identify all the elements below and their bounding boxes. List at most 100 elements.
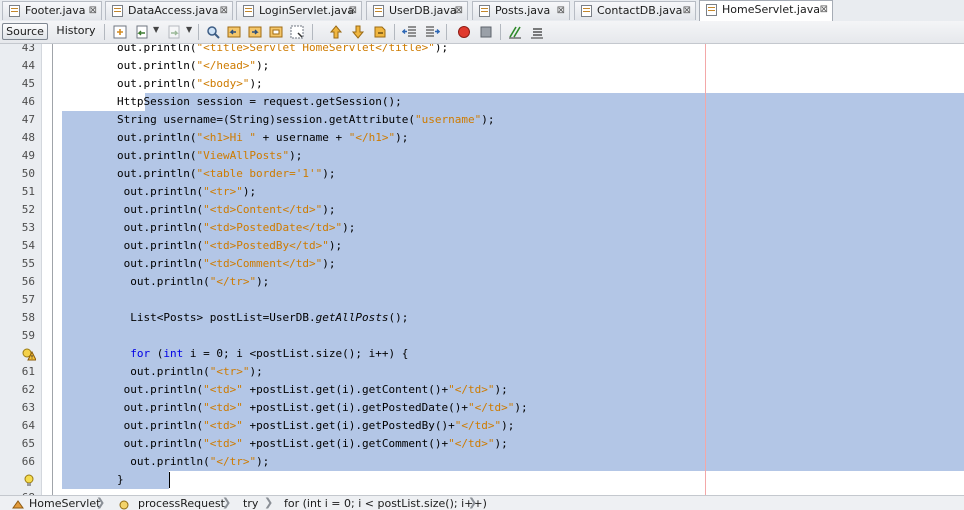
java-file-icon [581, 5, 592, 17]
code-line: out.println("<td>" +postList.get(i).getC… [64, 437, 508, 450]
line-number: 56 [21, 275, 35, 288]
tab-label: UserDB.java [389, 4, 457, 17]
breadcrumb-separator-icon: ❯ [222, 496, 232, 509]
tab-loginservlet-java[interactable]: LoginServlet.java ⊠ [236, 1, 362, 20]
line-number: 43 [21, 44, 35, 54]
close-icon[interactable]: ⊠ [455, 2, 463, 20]
close-icon[interactable]: ⊠ [557, 2, 565, 20]
code-line: for (int i = 0; i <postList.size(); i++)… [130, 347, 409, 360]
line-number: 58 [21, 311, 35, 324]
toolbar-separator [446, 24, 447, 40]
previous-bookmark-icon[interactable] [328, 24, 344, 40]
java-file-icon [373, 5, 384, 17]
code-line: out.println("<td>Content</td>"); [64, 203, 336, 216]
code-line: out.println("<td>PostedDate</td>"); [64, 221, 356, 234]
code-line: out.println("<td>" +postList.get(i).getC… [64, 383, 508, 396]
hint-bulb-icon[interactable] [22, 473, 36, 487]
find-selection-icon[interactable] [268, 24, 284, 40]
breadcrumb: HomeServlet ❯ processRequest ❯ try ❯ for… [0, 495, 964, 510]
line-number: 52 [21, 203, 35, 216]
line-number: 63 [21, 401, 35, 414]
toolbar-separator [394, 24, 395, 40]
code-line: out.println("</head>"); [64, 59, 270, 72]
tab-footer-java[interactable]: Footer.java ⊠ [2, 1, 102, 20]
toggle-bookmark-icon[interactable] [372, 24, 388, 40]
code-line: out.println("</tr>"); [64, 455, 270, 468]
line-number: 47 [21, 113, 35, 126]
line-number: 51 [21, 185, 35, 198]
line-number: 44 [21, 59, 35, 72]
code-line: out.println("<td>" +postList.get(i).getP… [64, 401, 528, 414]
forward-icon[interactable] [166, 24, 182, 40]
code-line: out.println("ViewAllPosts"); [64, 149, 303, 162]
code-line: out.println("<table border='1'"); [64, 167, 336, 180]
toolbar-separator [104, 24, 105, 40]
close-icon[interactable]: ⊠ [820, 1, 828, 19]
close-icon[interactable]: ⊠ [89, 2, 97, 20]
tab-label: DataAccess.java [128, 4, 219, 17]
line-number: 65 [21, 437, 35, 450]
chevron-down-icon[interactable]: ▼ [186, 25, 192, 34]
method-icon [119, 500, 129, 510]
code-line: List<Posts> postList=UserDB.getAllPosts(… [64, 311, 409, 324]
code-line: String username=(String)session.getAttri… [64, 113, 495, 126]
line-number: 55 [21, 257, 35, 270]
line-number: 50 [21, 167, 35, 180]
fold-guide-line [52, 44, 53, 495]
line-number: 59 [21, 329, 35, 342]
tab-homeservlet-java[interactable]: HomeServlet.java ⊠ [699, 0, 833, 21]
breadcrumb-label: try [243, 497, 259, 510]
shift-left-icon[interactable] [402, 24, 418, 40]
tab-label: ContactDB.java [597, 4, 683, 17]
toolbar-separator [500, 24, 501, 40]
breadcrumb-separator-icon: ❯ [96, 496, 106, 509]
tab-posts-java[interactable]: Posts.java ⊠ [472, 1, 570, 20]
last-edit-icon[interactable] [112, 24, 128, 40]
line-number: 54 [21, 239, 35, 252]
back-icon[interactable] [134, 24, 150, 40]
stop-macro-recording-icon[interactable] [478, 24, 494, 40]
line-number-gutter: 43 44 45 46 47 48 49 50 51 52 53 54 55 56 57 58 59 61 62 63… [0, 44, 42, 495]
uncomment-icon[interactable] [529, 24, 545, 40]
breadcrumb-label: processRequest [138, 497, 225, 510]
close-icon[interactable]: ⊠ [683, 2, 691, 20]
history-button[interactable]: History [53, 23, 99, 40]
tab-label: HomeServlet.java [722, 3, 820, 16]
breadcrumb-item-for[interactable]: for (int i = 0; i < postList.size(); i++… [284, 497, 487, 510]
warning-icon[interactable] [22, 347, 36, 361]
close-icon[interactable]: ⊠ [349, 2, 357, 20]
toggle-highlight-icon[interactable] [289, 24, 305, 40]
tab-contactdb-java[interactable]: ContactDB.java ⊠ [574, 1, 696, 20]
line-number: 49 [21, 149, 35, 162]
class-icon [12, 500, 24, 509]
breadcrumb-separator-icon: ❯ [264, 496, 274, 509]
find-previous-icon[interactable] [226, 24, 242, 40]
java-file-icon [706, 4, 717, 16]
breadcrumb-separator-icon: ❯ [468, 496, 478, 509]
line-number: 62 [21, 383, 35, 396]
find-icon[interactable] [205, 24, 221, 40]
comment-icon[interactable] [507, 24, 523, 40]
shift-right-icon[interactable] [424, 24, 440, 40]
code-line: } [64, 473, 124, 486]
find-next-icon[interactable] [247, 24, 263, 40]
code-line: out.println("</tr>"); [64, 275, 270, 288]
code-line: out.println("<title>Servlet HomeServlet<… [64, 44, 449, 54]
line-number: 48 [21, 131, 35, 144]
line-number: 64 [21, 419, 35, 432]
next-bookmark-icon[interactable] [350, 24, 366, 40]
source-button[interactable]: Source [2, 23, 48, 40]
toolbar-separator [312, 24, 313, 40]
breadcrumb-item-try[interactable]: try [243, 497, 258, 510]
java-file-icon [243, 5, 254, 17]
code-editor[interactable]: out.println("<title>Servlet HomeServlet<… [62, 44, 964, 495]
code-line: out.println("<tr>"); [64, 365, 263, 378]
line-number: 46 [21, 95, 35, 108]
start-macro-recording-icon[interactable] [456, 24, 472, 40]
tab-userdb-java[interactable]: UserDB.java ⊠ [366, 1, 468, 20]
close-icon[interactable]: ⊠ [220, 2, 228, 20]
chevron-down-icon[interactable]: ▼ [153, 25, 159, 34]
breadcrumb-label: HomeServlet [29, 497, 101, 510]
tab-dataaccess-java[interactable]: DataAccess.java ⊠ [105, 1, 233, 20]
tab-label: Posts.java [495, 4, 551, 17]
